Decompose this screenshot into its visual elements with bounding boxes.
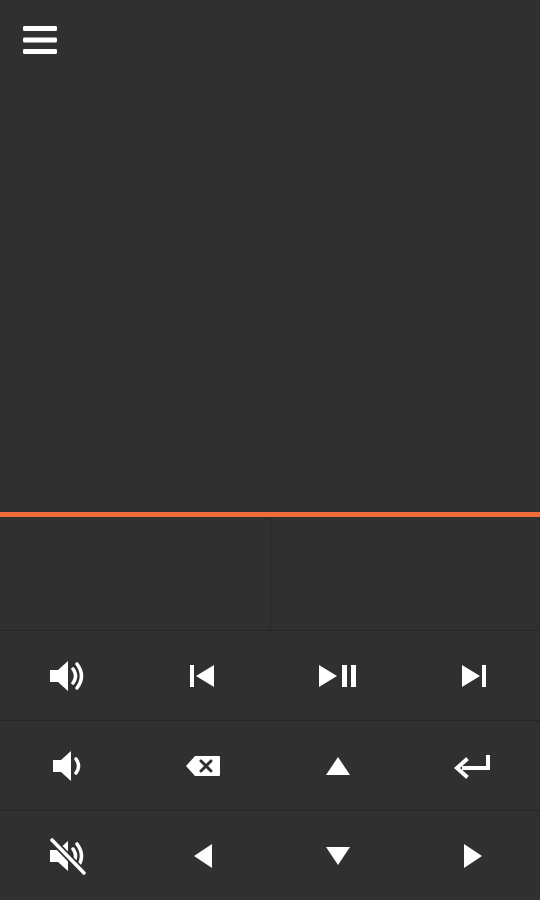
skip-previous-icon [189, 664, 216, 688]
volume-mute-button[interactable] [0, 811, 135, 900]
arrow-left-button[interactable] [135, 811, 270, 900]
media-controls [0, 631, 540, 900]
backspace-icon [185, 755, 221, 777]
arrow-right-button[interactable] [405, 811, 540, 900]
controls-row-3 [0, 811, 540, 900]
skip-previous-button[interactable] [135, 631, 270, 720]
arrow-up-button[interactable] [270, 721, 405, 810]
left-click-button[interactable] [0, 517, 271, 630]
volume-up-icon [48, 658, 88, 694]
arrow-up-icon [325, 756, 351, 776]
volume-down-icon [51, 748, 85, 784]
controls-row-2 [0, 721, 540, 811]
backspace-button[interactable] [135, 721, 270, 810]
menu-button[interactable] [14, 18, 66, 62]
arrow-right-icon [463, 843, 483, 869]
volume-down-button[interactable] [0, 721, 135, 810]
enter-button[interactable] [405, 721, 540, 810]
remote-screen [0, 0, 540, 900]
right-click-button[interactable] [271, 517, 540, 630]
play-pause-button[interactable] [270, 631, 405, 720]
arrow-down-button[interactable] [270, 811, 405, 900]
arrow-down-icon [325, 846, 351, 866]
enter-icon [453, 753, 492, 779]
skip-next-icon [460, 664, 486, 688]
arrow-left-icon [193, 843, 213, 869]
touchpad-area[interactable] [0, 0, 540, 512]
volume-mute-icon [48, 836, 88, 875]
volume-up-button[interactable] [0, 631, 135, 720]
mouse-buttons [0, 517, 540, 631]
controls-row-1 [0, 631, 540, 721]
skip-next-button[interactable] [405, 631, 540, 720]
hamburger-menu-icon [23, 26, 57, 54]
play-pause-icon [318, 664, 357, 688]
